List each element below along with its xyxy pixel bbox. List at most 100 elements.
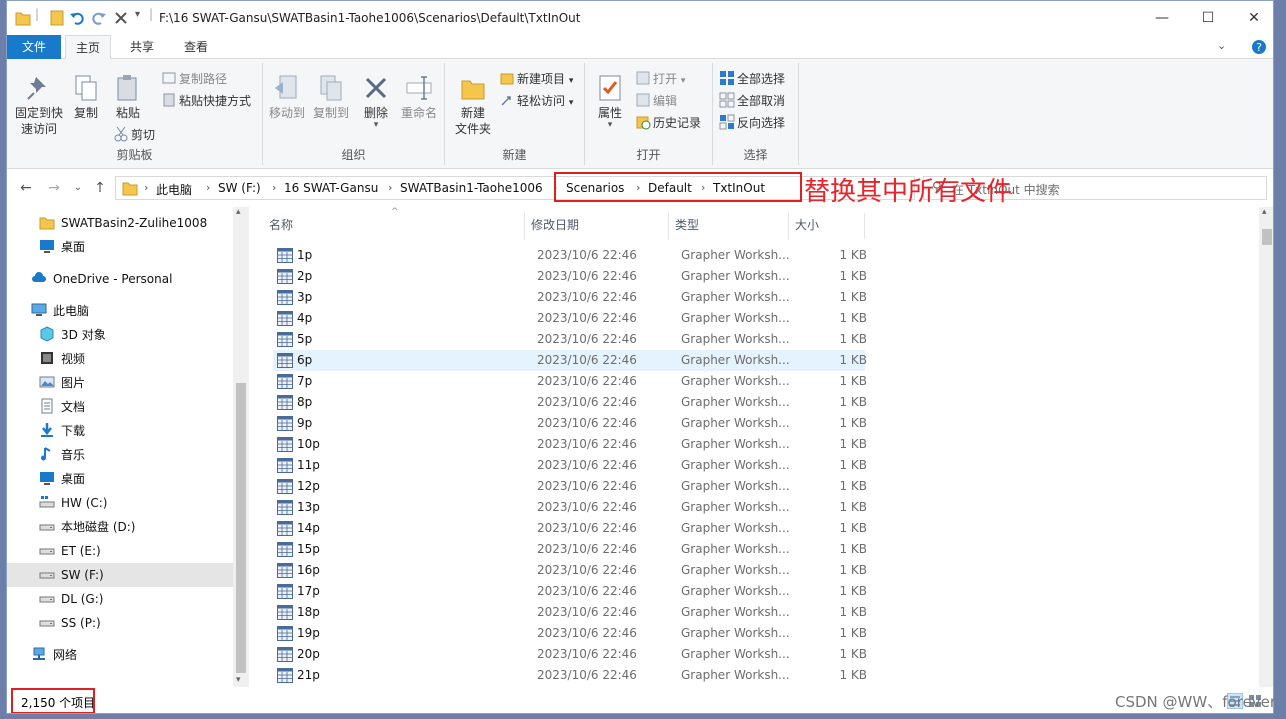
customize-quick-access-icon[interactable]: ▾	[135, 9, 140, 27]
redo-icon[interactable]	[91, 9, 107, 27]
nav-item[interactable]: 文档	[7, 395, 233, 419]
rename-button[interactable]: 重命名	[397, 73, 441, 121]
history-button[interactable]: 历史记录	[635, 113, 701, 133]
collapse-ribbon-icon[interactable]: ⌄	[1217, 39, 1226, 52]
chevron-right-icon[interactable]: ›	[272, 181, 276, 194]
file-row[interactable]: 17p 2023/10/6 22:46 Grapher Worksh... 1 KB	[273, 581, 867, 602]
delete-button[interactable]: 删除 ▾	[361, 73, 391, 130]
recent-locations-icon[interactable]: ⌄	[69, 179, 87, 197]
delete-icon[interactable]	[113, 9, 129, 27]
scroll-up-icon[interactable]: ▴	[1262, 207, 1267, 217]
nav-item[interactable]: 本地磁盘 (D:)	[7, 515, 233, 539]
chevron-right-icon[interactable]: ›	[388, 181, 392, 194]
file-row[interactable]: 21p 2023/10/6 22:46 Grapher Worksh... 1 KB	[273, 665, 867, 686]
undo-icon[interactable]	[69, 9, 85, 27]
chevron-right-icon[interactable]: ›	[144, 181, 148, 194]
copy-button[interactable]: 复制	[69, 73, 103, 121]
nav-item[interactable]: OneDrive - Personal	[7, 267, 233, 291]
column-name[interactable]: 名称	[263, 213, 525, 239]
column-size[interactable]: 大小	[789, 213, 865, 239]
file-row[interactable]: 3p 2023/10/6 22:46 Grapher Worksh... 1 KB	[273, 287, 867, 308]
nav-item[interactable]: 网络	[7, 643, 233, 667]
nav-scrollbar[interactable]: ▴ ▾	[233, 207, 249, 689]
properties-button[interactable]: 属性 ▾	[593, 73, 627, 130]
file-row[interactable]: 16p 2023/10/6 22:46 Grapher Worksh... 1 KB	[273, 560, 867, 581]
nav-item[interactable]: 视频	[7, 347, 233, 371]
open-button[interactable]: 打开 ▾	[635, 69, 685, 89]
new-folder-button[interactable]: 新建 文件夹	[453, 73, 493, 137]
paste-shortcut-button[interactable]: 粘贴快捷方式	[161, 91, 251, 111]
nav-item[interactable]: DL (G:)	[7, 587, 233, 611]
easy-access-button[interactable]: 轻松访问 ▾	[499, 91, 573, 111]
move-to-button[interactable]: 移动到	[267, 73, 307, 121]
nav-item[interactable]: 下载	[7, 419, 233, 443]
file-row[interactable]: 7p 2023/10/6 22:46 Grapher Worksh... 1 KB	[273, 371, 867, 392]
crumb-swatbasin1[interactable]: SWATBasin1-Taohe1006	[400, 181, 543, 195]
file-row[interactable]: 1p 2023/10/6 22:46 Grapher Worksh... 1 KB	[273, 245, 867, 266]
file-list-scrollbar[interactable]: ▴	[1259, 207, 1273, 689]
nav-item[interactable]: 桌面	[7, 467, 233, 491]
copy-to-button[interactable]: 复制到	[311, 73, 351, 121]
nav-item[interactable]: 桌面	[7, 235, 233, 259]
nav-item[interactable]: SW (F:)	[7, 563, 233, 587]
scroll-down-icon[interactable]: ▾	[236, 675, 241, 685]
copy-path-button[interactable]: 复制路径	[161, 69, 227, 89]
file-row[interactable]: 13p 2023/10/6 22:46 Grapher Worksh... 1 KB	[273, 497, 867, 518]
select-none-button[interactable]: 全部取消	[719, 91, 785, 111]
tab-share[interactable]: 共享	[117, 35, 167, 59]
tab-home[interactable]: 主页	[65, 35, 111, 60]
nav-item[interactable]: 图片	[7, 371, 233, 395]
edit-button[interactable]: 编辑	[635, 91, 677, 111]
tab-view[interactable]: 查看	[171, 35, 221, 59]
help-icon[interactable]: ?	[1251, 39, 1267, 55]
file-row[interactable]: 15p 2023/10/6 22:46 Grapher Worksh... 1 KB	[273, 539, 867, 560]
nav-item[interactable]: HW (C:)	[7, 491, 233, 515]
file-row[interactable]: 14p 2023/10/6 22:46 Grapher Worksh... 1 KB	[273, 518, 867, 539]
back-button[interactable]: ←	[17, 179, 35, 197]
file-row[interactable]: 19p 2023/10/6 22:46 Grapher Worksh... 1 KB	[273, 623, 867, 644]
nav-item[interactable]: ET (E:)	[7, 539, 233, 563]
file-row[interactable]: 5p 2023/10/6 22:46 Grapher Worksh... 1 KB	[273, 329, 867, 350]
file-row[interactable]: 10p 2023/10/6 22:46 Grapher Worksh... 1 KB	[273, 434, 867, 455]
column-date[interactable]: 修改日期	[525, 213, 669, 239]
file-row[interactable]: 11p 2023/10/6 22:46 Grapher Worksh... 1 KB	[273, 455, 867, 476]
file-row[interactable]: 8p 2023/10/6 22:46 Grapher Worksh... 1 KB	[273, 392, 867, 413]
forward-button[interactable]: →	[45, 179, 63, 197]
crumb-swat-gansu[interactable]: 16 SWAT-Gansu	[284, 181, 378, 195]
minimize-button[interactable]: —	[1139, 1, 1185, 35]
file-list-scroll-thumb[interactable]	[1262, 229, 1272, 245]
up-button[interactable]: ↑	[91, 179, 109, 197]
file-row[interactable]: 18p 2023/10/6 22:46 Grapher Worksh... 1 KB	[273, 602, 867, 623]
new-folder-icon	[461, 80, 485, 100]
file-row[interactable]: 2p 2023/10/6 22:46 Grapher Worksh... 1 KB	[273, 266, 867, 287]
delete-dropdown-icon[interactable]: ▾	[361, 121, 391, 130]
nav-item[interactable]: SWATBasin2-Zulihe1008	[7, 211, 233, 235]
chevron-right-icon[interactable]: ›	[206, 181, 210, 194]
maximize-button[interactable]: ☐	[1185, 1, 1231, 35]
file-row[interactable]: 20p 2023/10/6 22:46 Grapher Worksh... 1 KB	[273, 644, 867, 665]
scroll-up-icon[interactable]: ▴	[236, 207, 241, 217]
nav-item[interactable]: 音乐	[7, 443, 233, 467]
paste-button[interactable]: 粘贴	[109, 73, 147, 121]
file-row[interactable]: 6p 2023/10/6 22:46 Grapher Worksh... 1 KB	[273, 350, 867, 371]
column-type[interactable]: 类型	[669, 213, 789, 239]
properties-icon[interactable]	[49, 9, 65, 27]
pin-quick-access-button[interactable]: 固定到快 速访问	[13, 73, 65, 137]
properties-dropdown-icon[interactable]: ▾	[593, 121, 627, 130]
crumb-sw-drive[interactable]: SW (F:)	[218, 181, 261, 195]
nav-scroll-thumb[interactable]	[236, 383, 246, 673]
file-row[interactable]: 12p 2023/10/6 22:46 Grapher Worksh... 1 KB	[273, 476, 867, 497]
crumb-this-pc[interactable]: 此电脑	[156, 181, 192, 198]
file-row[interactable]: 4p 2023/10/6 22:46 Grapher Worksh... 1 KB	[273, 308, 867, 329]
nav-item[interactable]: 此电脑	[7, 299, 233, 323]
close-button[interactable]: ✕	[1231, 1, 1273, 35]
invert-selection-button[interactable]: 反向选择	[719, 113, 785, 133]
nav-item[interactable]: 3D 对象	[7, 323, 233, 347]
tab-file[interactable]: 文件	[7, 35, 61, 59]
new-item-button[interactable]: 新建项目 ▾	[499, 69, 573, 89]
cut-button[interactable]: 剪切	[113, 125, 155, 145]
file-row[interactable]: 9p 2023/10/6 22:46 Grapher Worksh... 1 KB	[273, 413, 867, 434]
select-all-button[interactable]: 全部选择	[719, 69, 785, 89]
nav-item-label: SW (F:)	[61, 568, 104, 582]
nav-item[interactable]: SS (P:)	[7, 611, 233, 635]
